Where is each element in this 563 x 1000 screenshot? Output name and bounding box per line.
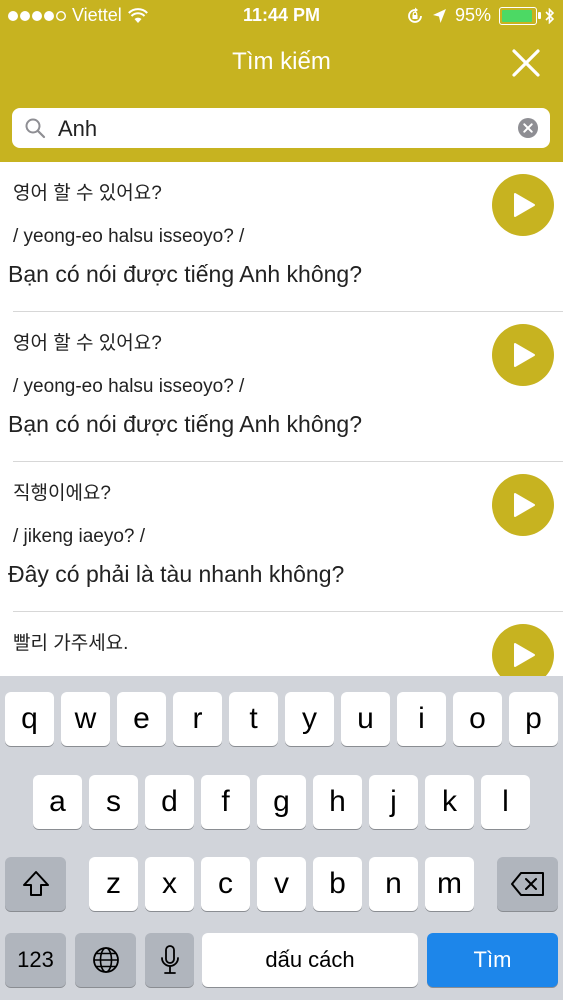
play-icon <box>514 643 535 667</box>
key-l[interactable]: l <box>481 775 530 829</box>
korean-text: 영어 할 수 있어요? <box>13 333 162 354</box>
korean-text: 직행이에요? <box>13 483 111 504</box>
key-m[interactable]: m <box>425 857 474 911</box>
vietnamese-text: Bạn có nói được tiếng Anh không? <box>8 411 363 437</box>
nav-bar: Tìm kiếm <box>0 32 563 96</box>
search-go-key[interactable]: Tìm <box>427 933 558 987</box>
romanization-text: / yeong-eo halsu isseoyo? / <box>13 226 245 247</box>
status-bar: Viettel 11:44 PM 95% <box>0 0 563 32</box>
page-title: Tìm kiếm <box>232 48 331 75</box>
vietnamese-text: Đây có phải là tàu nhanh không? <box>8 561 345 587</box>
close-button[interactable] <box>509 46 543 80</box>
key-t[interactable]: t <box>229 692 278 746</box>
globe-icon <box>92 947 119 973</box>
key-p[interactable]: p <box>509 692 558 746</box>
status-right: 95% <box>406 5 555 26</box>
numbers-key[interactable]: 123 <box>5 933 66 987</box>
close-icon <box>512 49 540 77</box>
play-icon <box>514 493 535 517</box>
play-button[interactable] <box>492 624 554 676</box>
key-x[interactable]: x <box>145 857 194 911</box>
key-u[interactable]: u <box>341 692 390 746</box>
result-list: 영어 할 수 있어요? / yeong-eo halsu isseoyo? / … <box>0 162 563 676</box>
result-item[interactable]: 영어 할 수 있어요? / yeong-eo halsu isseoyo? / … <box>0 162 563 312</box>
key-o[interactable]: o <box>453 692 502 746</box>
battery-icon <box>499 6 541 25</box>
key-f[interactable]: f <box>201 775 250 829</box>
shift-key[interactable] <box>5 857 66 911</box>
globe-key[interactable] <box>75 933 136 987</box>
dictation-key[interactable] <box>145 933 194 987</box>
key-w[interactable]: w <box>61 692 110 746</box>
romanization-text: / jikeng iaeyo? / <box>13 526 146 547</box>
key-q[interactable]: q <box>5 692 54 746</box>
search-input[interactable] <box>56 108 510 150</box>
search-box[interactable] <box>12 108 550 150</box>
backspace-icon <box>510 872 544 896</box>
keyboard: q w e r t y u i o p a s d f g h j k l z … <box>0 676 563 1000</box>
key-d[interactable]: d <box>145 775 194 829</box>
search-icon <box>25 118 46 139</box>
space-key[interactable]: dấu cách <box>202 933 418 987</box>
key-r[interactable]: r <box>173 692 222 746</box>
key-y[interactable]: y <box>285 692 334 746</box>
location-arrow-icon <box>432 8 446 23</box>
play-icon <box>514 343 535 367</box>
result-item[interactable]: 빨리 가주세요. <box>0 612 563 676</box>
clear-icon[interactable] <box>518 118 538 138</box>
result-item[interactable]: 직행이에요? / jikeng iaeyo? / Đây có phải là … <box>0 462 563 612</box>
key-z[interactable]: z <box>89 857 138 911</box>
key-i[interactable]: i <box>397 692 446 746</box>
key-s[interactable]: s <box>89 775 138 829</box>
vietnamese-text: Bạn có nói được tiếng Anh không? <box>8 261 363 287</box>
play-button[interactable] <box>492 324 554 386</box>
key-j[interactable]: j <box>369 775 418 829</box>
korean-text: 빨리 가주세요. <box>13 633 129 654</box>
shift-icon <box>22 871 49 896</box>
key-v[interactable]: v <box>257 857 306 911</box>
key-k[interactable]: k <box>425 775 474 829</box>
backspace-key[interactable] <box>497 857 558 911</box>
battery-percent: 95% <box>454 5 491 25</box>
key-c[interactable]: c <box>201 857 250 911</box>
play-button[interactable] <box>492 174 554 236</box>
romanization-text: / yeong-eo halsu isseoyo? / <box>13 376 245 397</box>
orientation-lock-icon <box>408 7 422 23</box>
play-button[interactable] <box>492 474 554 536</box>
key-n[interactable]: n <box>369 857 418 911</box>
bluetooth-icon <box>545 7 555 24</box>
key-b[interactable]: b <box>313 857 362 911</box>
play-icon <box>514 193 535 217</box>
search-bar <box>0 96 563 162</box>
key-a[interactable]: a <box>33 775 82 829</box>
result-item[interactable]: 영어 할 수 있어요? / yeong-eo halsu isseoyo? / … <box>0 312 563 462</box>
key-h[interactable]: h <box>313 775 362 829</box>
key-g[interactable]: g <box>257 775 306 829</box>
key-e[interactable]: e <box>117 692 166 746</box>
microphone-icon <box>160 945 179 974</box>
korean-text: 영어 할 수 있어요? <box>13 183 162 204</box>
